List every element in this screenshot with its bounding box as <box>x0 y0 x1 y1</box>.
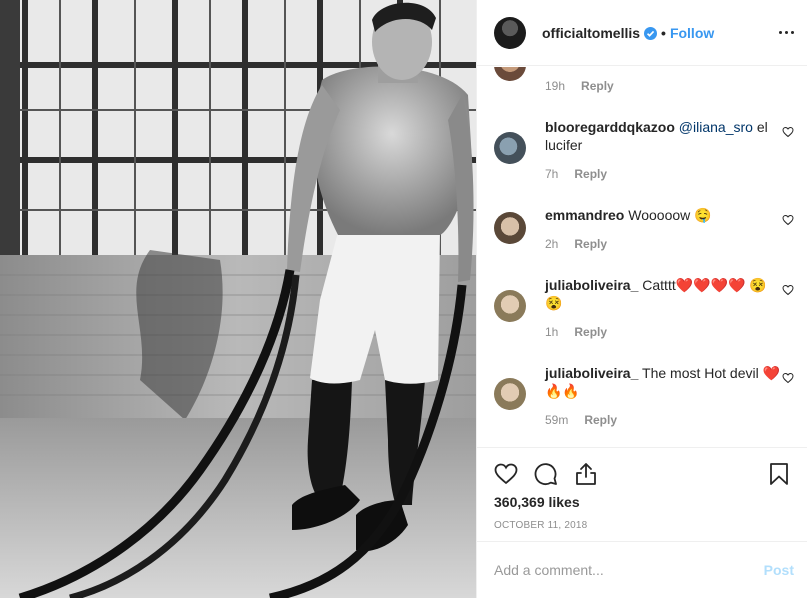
post-photo[interactable] <box>0 0 476 598</box>
like-comment-heart-icon[interactable] <box>782 284 794 296</box>
comment-time: 59m <box>545 413 569 427</box>
comment-item: emmandreo Wooooow 🤤 2h Reply <box>494 206 794 256</box>
post-side-panel: officialtomellis • Follow 19h Reply blooreg… <box>476 0 807 598</box>
comment-item: 19h Reply <box>494 67 794 103</box>
author-username[interactable]: officialtomellis <box>542 25 640 41</box>
comment-mention[interactable]: @iliana_sro <box>679 119 753 135</box>
like-comment-heart-icon[interactable] <box>782 126 794 138</box>
comment-time: 2h <box>545 237 559 251</box>
comment-item: juliaboliveira_ The most Hot devil ❤️🔥🔥 … <box>494 364 794 434</box>
author-username-row: officialtomellis • Follow <box>542 25 714 41</box>
comment-text: emmandreo Wooooow 🤤 <box>545 206 781 224</box>
comment-text: juliaboliveira_ Catttt❤️❤️❤️❤️ 😵😵 <box>545 276 781 312</box>
comment-meta: 1h Reply <box>545 325 607 339</box>
comment-time: 7h <box>545 167 559 181</box>
comment-text: juliaboliveira_ The most Hot devil ❤️🔥🔥 <box>545 364 781 400</box>
heart-icon[interactable] <box>494 462 518 486</box>
comment-meta: 19h Reply <box>545 79 614 93</box>
follow-button[interactable]: Follow <box>670 25 714 41</box>
reply-button[interactable]: Reply <box>584 413 617 427</box>
comment-message: Wooooow 🤤 <box>628 207 712 223</box>
like-comment-heart-icon[interactable] <box>782 214 794 226</box>
commenter-avatar[interactable] <box>494 290 526 322</box>
share-icon[interactable] <box>574 462 598 486</box>
verified-badge-icon <box>644 26 658 40</box>
post-header: officialtomellis • Follow <box>477 0 807 66</box>
commenter-avatar[interactable] <box>494 67 526 81</box>
comment-text: blooregarddqkazoo @iliana_sro el lucifer <box>545 118 781 154</box>
reply-button[interactable]: Reply <box>574 167 607 181</box>
likes-count[interactable]: 360,369 likes <box>494 494 580 510</box>
post-actions: 360,369 likes OCTOBER 11, 2018 <box>477 447 807 547</box>
reply-button[interactable]: Reply <box>581 79 614 93</box>
comment-time: 19h <box>545 79 566 93</box>
comment-username[interactable]: juliaboliveira_ <box>545 277 638 293</box>
commenter-avatar[interactable] <box>494 212 526 244</box>
post-photo-image <box>0 0 476 598</box>
more-options-icon[interactable] <box>778 24 794 40</box>
comment-icon[interactable] <box>534 462 558 486</box>
reply-button[interactable]: Reply <box>574 325 607 339</box>
post-comment-button[interactable]: Post <box>764 562 794 578</box>
comment-item: blooregarddqkazoo @iliana_sro el lucifer… <box>494 118 794 188</box>
comment-meta: 7h Reply <box>545 167 607 181</box>
post-date[interactable]: OCTOBER 11, 2018 <box>494 520 587 531</box>
bookmark-icon[interactable] <box>767 462 791 486</box>
commenter-avatar[interactable] <box>494 132 526 164</box>
comment-username[interactable]: blooregarddqkazoo <box>545 119 675 135</box>
like-comment-heart-icon[interactable] <box>782 372 794 384</box>
comment-meta: 2h Reply <box>545 237 607 251</box>
comment-meta: 59m Reply <box>545 413 617 427</box>
add-comment-input[interactable] <box>494 562 764 578</box>
commenter-avatar[interactable] <box>494 378 526 410</box>
comment-username[interactable]: juliaboliveira_ <box>545 365 638 381</box>
comment-time: 1h <box>545 325 559 339</box>
author-avatar[interactable] <box>494 16 526 49</box>
separator-dot: • <box>661 24 666 41</box>
instagram-post: officialtomellis • Follow 19h Reply blooreg… <box>0 0 807 598</box>
reply-button[interactable]: Reply <box>574 237 607 251</box>
comments-list[interactable]: 19h Reply blooregarddqkazoo @iliana_sro e… <box>477 67 807 447</box>
add-comment-bar: Post <box>477 541 807 598</box>
comment-username[interactable]: emmandreo <box>545 207 624 223</box>
comment-item: juliaboliveira_ Catttt❤️❤️❤️❤️ 😵😵 1h Repl… <box>494 276 794 346</box>
